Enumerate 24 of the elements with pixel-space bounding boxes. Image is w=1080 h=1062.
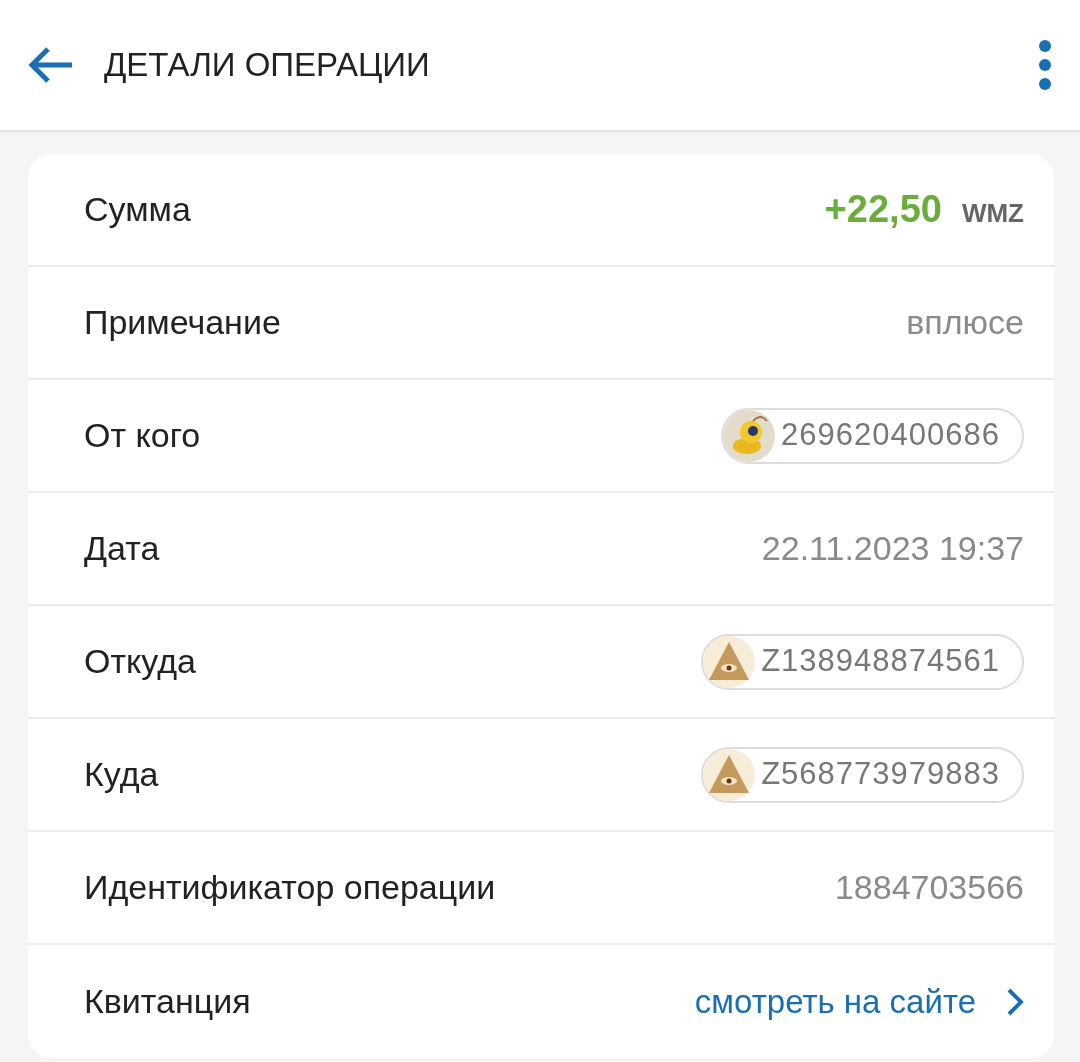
row-label: Откуда	[84, 641, 196, 682]
more-options-icon[interactable]	[1038, 39, 1052, 91]
pyramid-icon	[703, 748, 756, 801]
back-icon[interactable]	[28, 47, 74, 83]
row-value: вплюсе	[906, 302, 1024, 343]
row-label: Квитанция	[84, 981, 251, 1022]
row-label: От кого	[84, 415, 201, 456]
wallet-chip[interactable]: Z138948874561	[701, 633, 1024, 690]
row-value: 22.11.2023 19:37	[761, 528, 1024, 569]
row-value: 1884703566	[834, 867, 1024, 908]
wallet-chip[interactable]: Z568773979883	[701, 746, 1024, 803]
screen-title: ДЕТАЛИ ОПЕРАЦИИ	[104, 45, 430, 86]
amount-value: +22,50	[824, 187, 942, 232]
receipt-link[interactable]: смотреть на сайте	[694, 976, 1024, 1027]
row-label: Куда	[84, 754, 159, 795]
pyramid-icon	[703, 635, 756, 688]
chevron-right-icon	[1006, 986, 1024, 1017]
row-label: Идентификатор операции	[84, 867, 496, 908]
user-chip[interactable]: 269620400686	[721, 407, 1024, 464]
avatar-icon	[723, 409, 776, 462]
row-label: Сумма	[84, 189, 191, 230]
row-label: Примечание	[84, 302, 281, 343]
row-label: Дата	[84, 528, 160, 569]
currency-unit: WMZ	[961, 197, 1024, 230]
